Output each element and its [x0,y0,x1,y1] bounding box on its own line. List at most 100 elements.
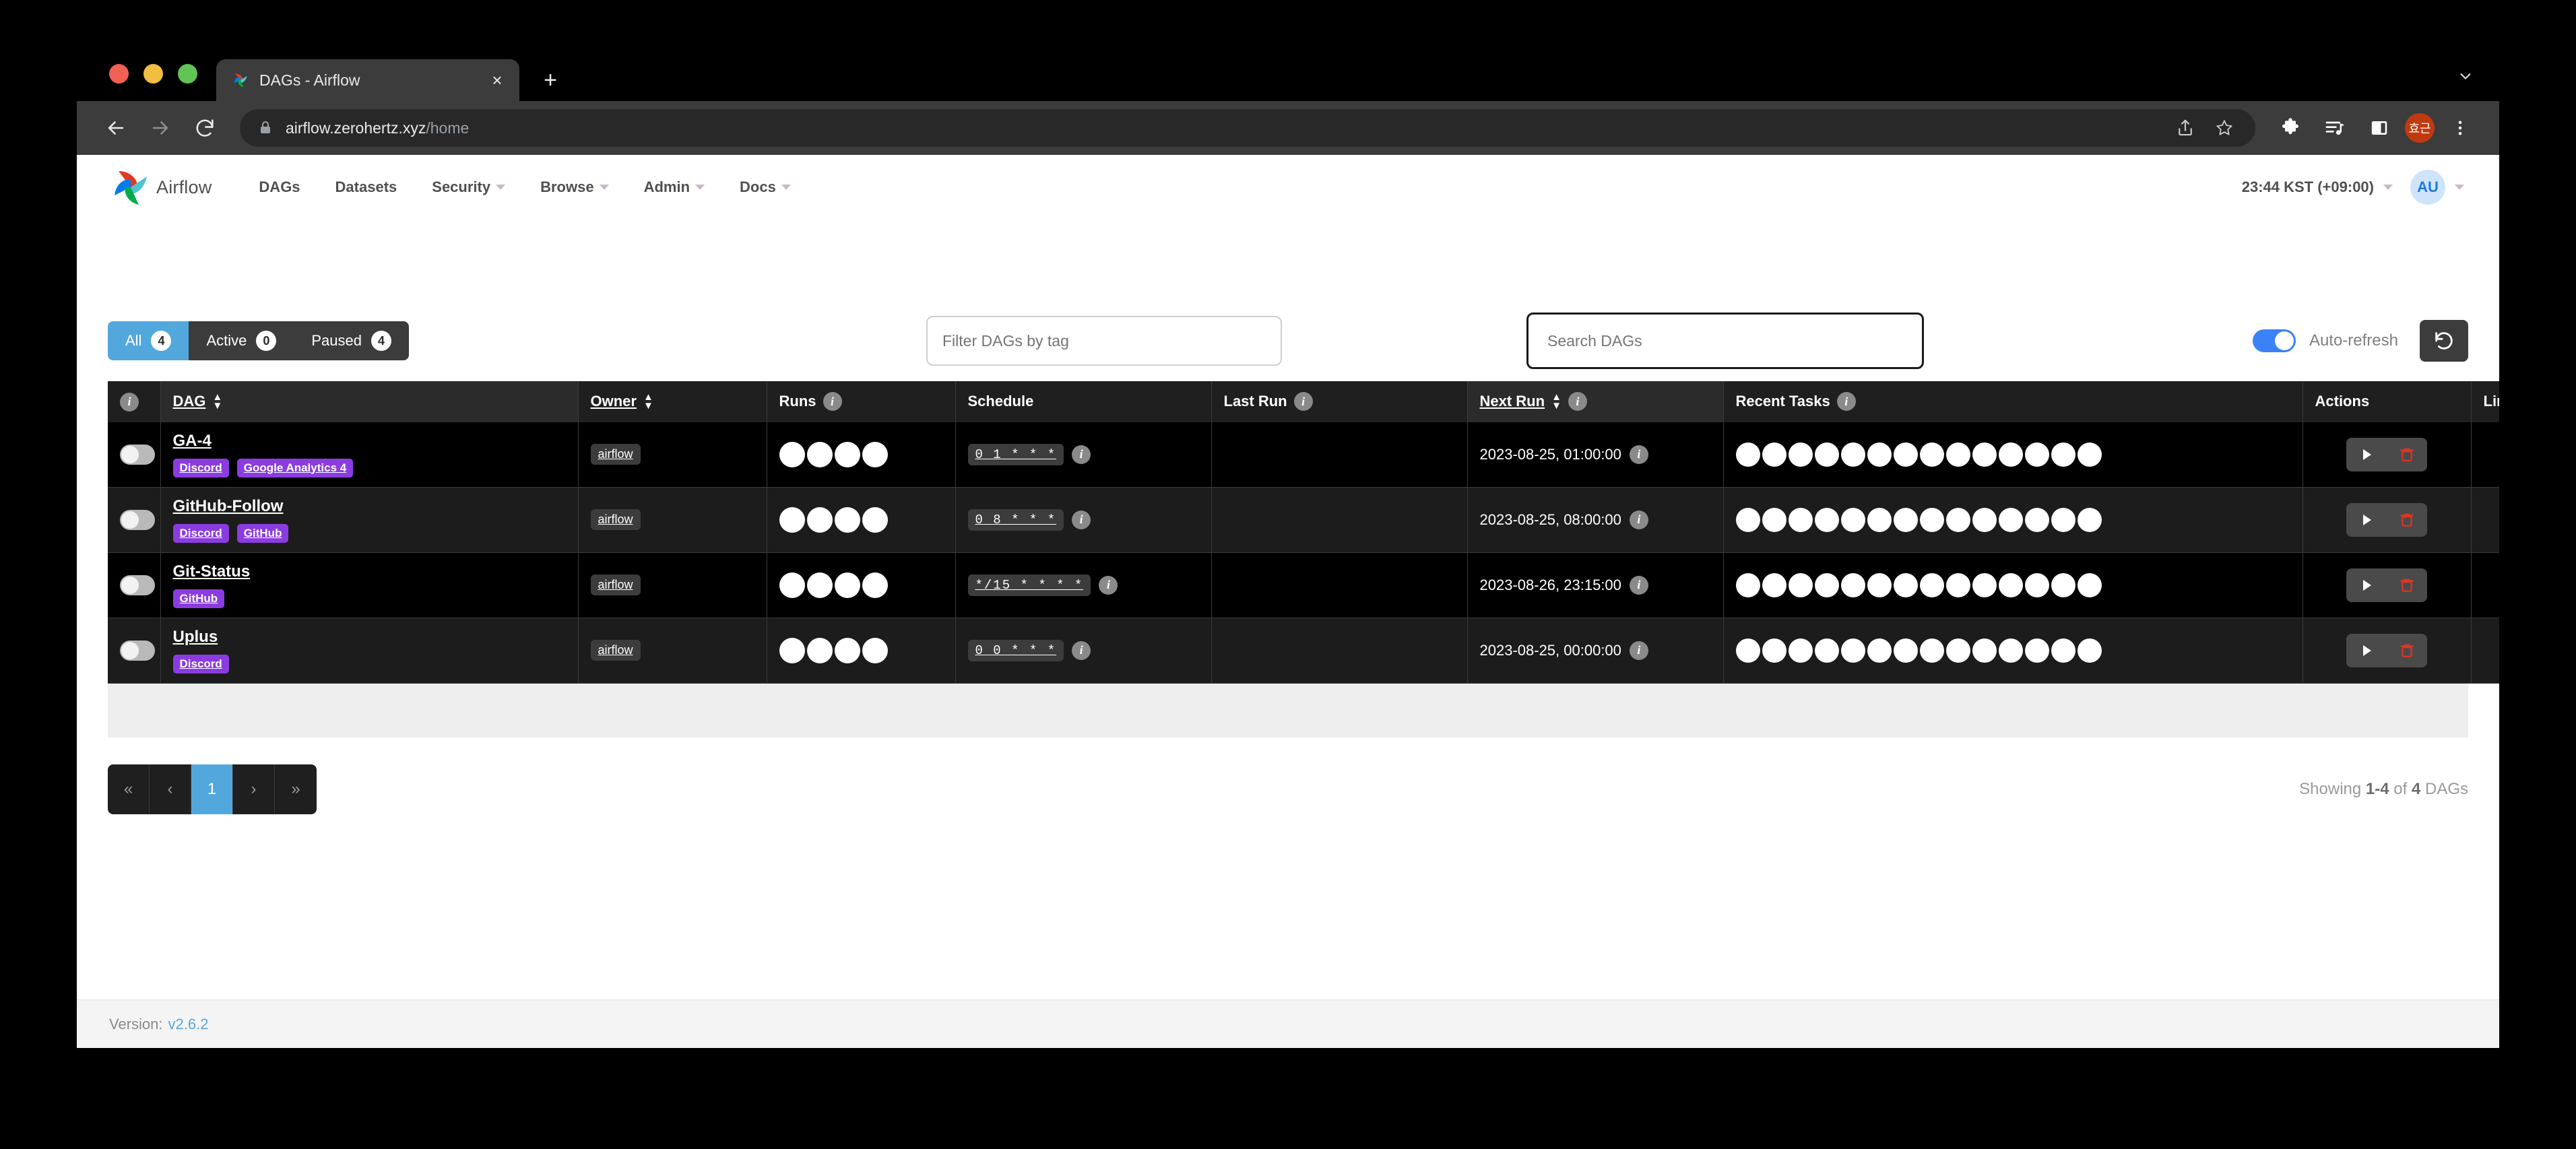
info-icon[interactable]: i [1072,445,1091,464]
header-dag[interactable]: DAG ▲ ▼ [160,381,578,422]
sort-icon[interactable]: ▲ ▼ [212,392,222,411]
task-status-circle[interactable] [1998,442,2023,467]
task-status-circle[interactable] [2077,442,2102,467]
sort-icon[interactable]: ▲ ▼ [643,392,653,411]
chevron-down-icon[interactable] [2456,67,2475,86]
user-menu[interactable]: AU [2410,170,2464,205]
dag-pause-toggle[interactable] [120,574,155,595]
task-status-circle[interactable] [2024,442,2049,467]
task-status-circle[interactable] [1814,507,1839,532]
info-icon[interactable]: i [1072,641,1091,660]
avatar[interactable]: AU [2410,170,2445,205]
task-status-circle[interactable] [1762,507,1786,532]
pagination-first[interactable]: « [108,764,150,814]
nav-item-docs[interactable]: Docs [722,172,808,203]
task-status-circle[interactable] [1945,442,1970,467]
dag-name-link[interactable]: Uplus [173,628,218,647]
delete-dag-button[interactable] [2387,568,2427,602]
task-status-circle[interactable] [1762,442,1786,467]
schedule-badge[interactable]: 0 8 * * * [967,508,1064,531]
task-status-circle[interactable] [1893,507,1918,532]
minimize-window-button[interactable] [143,64,163,84]
task-status-circle[interactable] [1945,507,1970,532]
info-icon[interactable]: i [120,392,139,412]
schedule-badge[interactable]: 0 1 * * * [967,443,1064,465]
run-status-circle[interactable] [779,637,805,663]
search-input[interactable] [1526,313,1924,369]
run-status-circle[interactable] [862,637,888,663]
dag-tag[interactable]: Discord [172,458,229,478]
new-tab-button[interactable]: + [537,69,564,92]
run-status-circle[interactable] [779,572,805,598]
run-status-circle[interactable] [779,506,805,533]
task-status-circle[interactable] [1788,572,1813,597]
task-status-circle[interactable] [1893,638,1918,663]
extensions-puzzle-icon[interactable] [2272,109,2309,147]
task-status-circle[interactable] [1945,572,1970,597]
task-status-circle[interactable] [1814,442,1839,467]
info-icon[interactable]: i [1293,392,1313,412]
owner-badge[interactable]: airflow [590,444,641,465]
dag-pause-toggle[interactable] [120,640,155,661]
reading-list-icon[interactable] [2316,109,2354,147]
run-status-circle[interactable] [862,572,888,598]
task-status-circle[interactable] [1998,572,2023,597]
task-status-circle[interactable] [1840,442,1865,467]
task-status-circle[interactable] [1788,442,1813,467]
run-status-circle[interactable] [834,637,860,663]
task-status-circle[interactable] [1762,638,1786,663]
header-next-run-label[interactable]: Next Run [1480,393,1545,410]
task-status-circle[interactable] [1998,507,2023,532]
task-status-circle[interactable] [1788,638,1813,663]
delete-dag-button[interactable] [2387,503,2427,537]
schedule-badge[interactable]: */15 * * * * [967,574,1091,596]
share-icon[interactable] [2172,114,2199,141]
info-icon[interactable]: i [1072,510,1091,529]
dag-pause-toggle[interactable] [120,444,155,465]
run-status-circle[interactable] [834,506,860,533]
nav-item-dags[interactable]: DAGs [241,172,317,203]
task-status-circle[interactable] [1762,572,1786,597]
owner-badge[interactable]: airflow [590,574,641,595]
maximize-window-button[interactable] [178,64,197,84]
trigger-dag-button[interactable] [2346,503,2387,537]
dag-tag[interactable]: Discord [172,654,229,674]
task-status-circle[interactable] [2024,638,2049,663]
task-status-circle[interactable] [1972,507,1997,532]
tag-filter-input[interactable] [926,316,1282,366]
nav-item-browse[interactable]: Browse [523,172,626,203]
run-status-circle[interactable] [779,441,805,467]
version-link[interactable]: v2.6.2 [168,1016,209,1033]
run-status-circle[interactable] [806,441,833,467]
info-icon[interactable]: i [823,392,842,412]
task-status-circle[interactable] [1735,442,1760,467]
timezone-selector[interactable]: 23:44 KST (+09:00) [2242,178,2393,196]
delete-dag-button[interactable] [2387,634,2427,667]
dag-pause-toggle[interactable] [120,509,155,530]
filter-active-button[interactable]: Active 0 [189,321,294,360]
task-status-circle[interactable] [1867,638,1892,663]
close-window-button[interactable] [109,64,129,84]
task-status-circle[interactable] [1867,572,1892,597]
task-status-circle[interactable] [1840,572,1865,597]
pagination-page-1[interactable]: 1 [191,764,233,814]
task-status-circle[interactable] [1788,507,1813,532]
dag-tag[interactable]: Google Analytics 4 [236,458,354,478]
auto-refresh-toggle[interactable] [2252,329,2296,352]
pagination-prev[interactable]: ‹ [150,764,191,814]
owner-badge[interactable]: airflow [590,640,641,661]
forward-icon[interactable] [141,109,179,147]
run-status-circle[interactable] [862,506,888,533]
close-icon[interactable]: × [487,71,507,89]
task-status-circle[interactable] [1919,442,1944,467]
run-status-circle[interactable] [834,441,860,467]
task-status-circle[interactable] [2051,507,2075,532]
schedule-badge[interactable]: 0 0 * * * [967,639,1064,661]
run-status-circle[interactable] [834,572,860,598]
address-bar[interactable]: airflow.zerohertz.xyz/home [240,109,2255,147]
task-status-circle[interactable] [1735,507,1760,532]
task-status-circle[interactable] [1893,442,1918,467]
task-status-circle[interactable] [1814,572,1839,597]
trigger-dag-button[interactable] [2346,634,2387,667]
filter-paused-button[interactable]: Paused 4 [294,321,409,360]
